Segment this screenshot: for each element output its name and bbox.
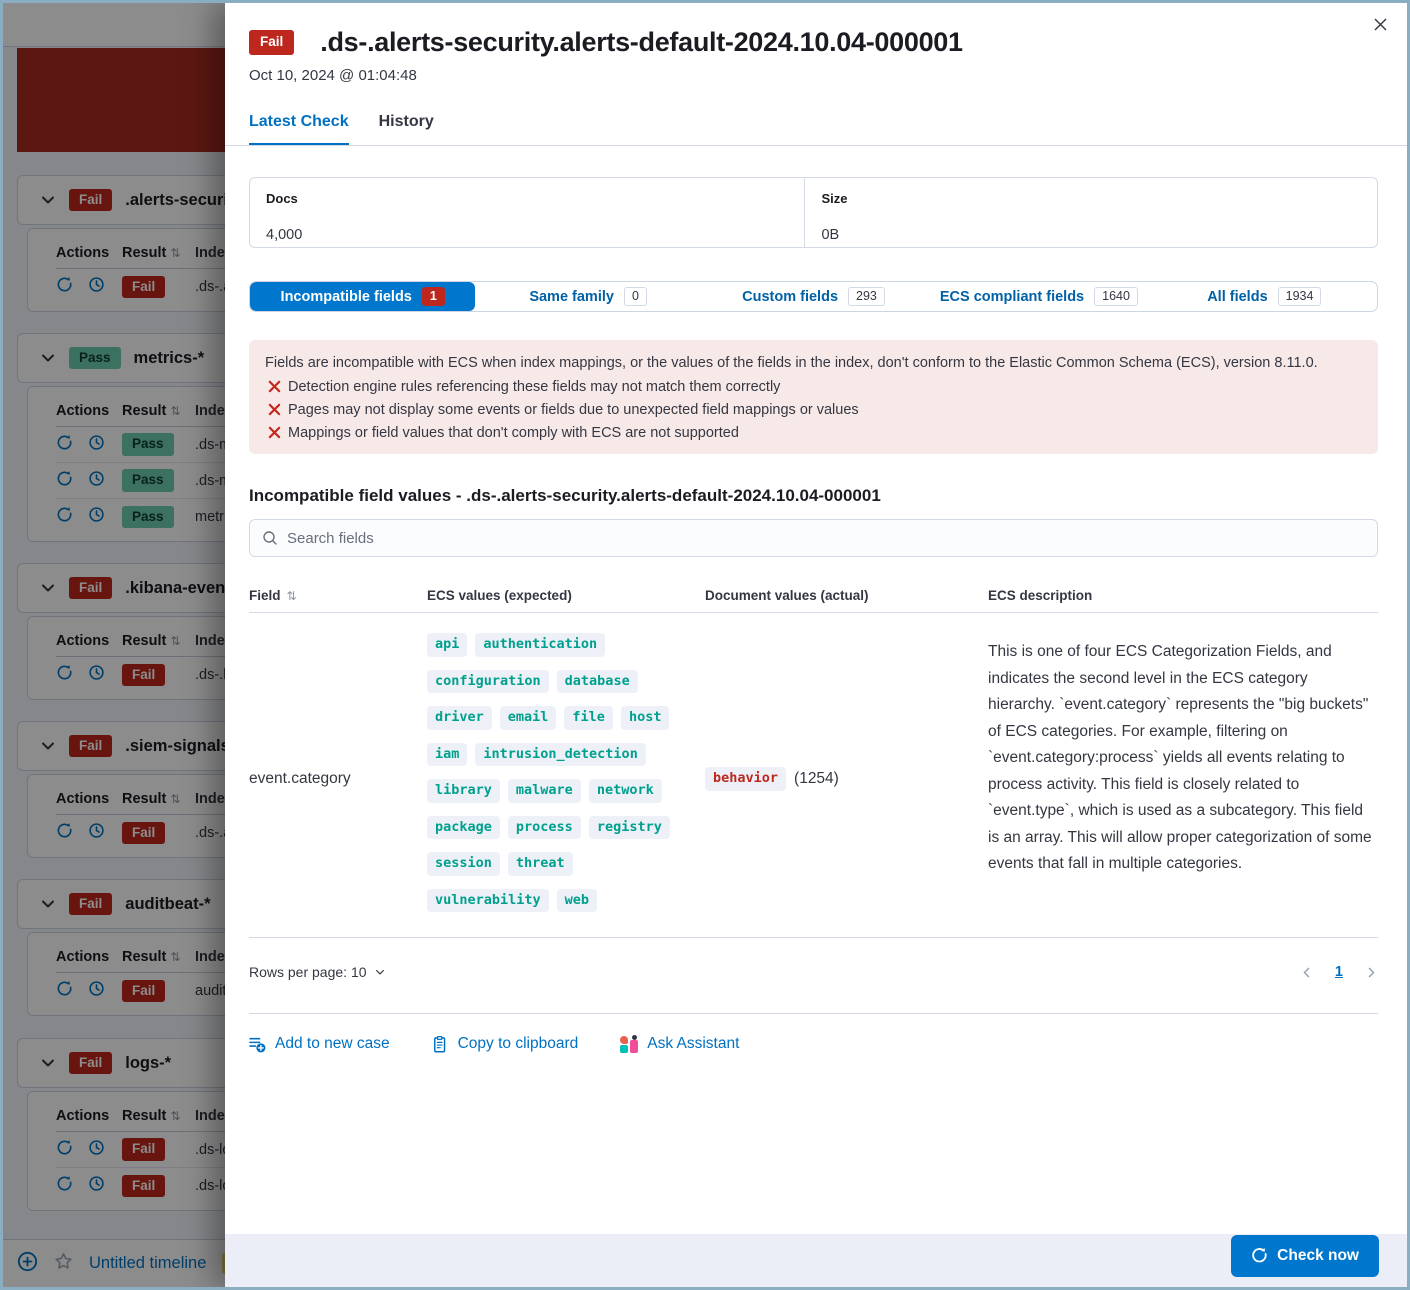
app-window: Fail .alerts-securi Actions Result⇅ Inde… [3, 3, 1407, 1287]
ecs-value-chip: network [589, 779, 662, 803]
status-badge: Fail [249, 30, 294, 54]
col-document-values: Document values (actual) [705, 588, 988, 603]
stat-size: Size 0B [804, 178, 1377, 247]
ecs-value-chip: api [427, 633, 467, 657]
pagination-controls: 1 [1300, 964, 1378, 980]
search-input[interactable] [287, 530, 1365, 547]
stat-docs: Docs 4,000 [250, 178, 804, 247]
check-timestamp: Oct 10, 2024 @ 01:04:48 [249, 67, 1379, 84]
ecs-value-chip: vulnerability [427, 889, 549, 913]
error-x-icon [268, 380, 281, 393]
size-value: 0B [821, 227, 1377, 243]
divider [249, 1013, 1378, 1014]
col-ecs-values: ECS values (expected) [427, 588, 705, 603]
flyout-content: Docs 4,000 Size 0B Incompatible fields1 … [225, 177, 1407, 1053]
ecs-value-chip: database [557, 670, 638, 694]
assistant-icon [620, 1035, 638, 1053]
ecs-value-chip: package [427, 816, 500, 840]
ecs-value-chip: registry [589, 816, 670, 840]
page-number[interactable]: 1 [1335, 964, 1343, 980]
ecs-value-chip: file [564, 706, 613, 730]
previous-page-icon[interactable] [1300, 966, 1313, 979]
flyout-tabs: Latest Check History [225, 113, 1407, 146]
error-x-icon [268, 426, 281, 439]
tab-same-family[interactable]: Same family0 [475, 282, 700, 311]
sort-icon: ⇅ [287, 589, 297, 603]
tab-history[interactable]: History [379, 113, 434, 145]
add-to-new-case-button[interactable]: Add to new case [249, 1035, 390, 1053]
count-badge: 1640 [1094, 287, 1138, 307]
count-badge: 0 [624, 287, 647, 307]
flyout-header: Fail .ds-.alerts-security.alerts-default… [225, 3, 1407, 84]
chevron-down-icon [374, 966, 386, 978]
ecs-value-chip: email [500, 706, 557, 730]
count-badge: 1 [422, 287, 445, 307]
incompatible-values-title: Incompatible field values - .ds-.alerts-… [249, 486, 1378, 506]
ecs-value-chip: web [557, 889, 597, 913]
callout-item: Mappings or field values that don't comp… [265, 424, 1362, 442]
ecs-value-chip: driver [427, 706, 492, 730]
ecs-value-chip: threat [508, 852, 573, 876]
data-quality-flyout: Fail .ds-.alerts-security.alerts-default… [225, 3, 1407, 1287]
ecs-value-chip: authentication [475, 633, 605, 657]
count-badge: 293 [848, 287, 885, 307]
callout-item: Detection engine rules referencing these… [265, 378, 1362, 396]
ecs-description-text: This is one of four ECS Categorization F… [988, 633, 1378, 925]
callout-intro: Fields are incompatible with ECS when in… [265, 353, 1362, 373]
document-actual-values: behavior (1254) [705, 767, 988, 791]
docs-value: 4,000 [266, 227, 804, 243]
ecs-expected-values: api authentication configuration database dr… [427, 633, 705, 925]
search-fields-box [249, 519, 1378, 557]
doc-value-count: (1254) [794, 770, 839, 788]
ecs-value-chip: malware [508, 779, 581, 803]
incompatible-warning-callout: Fields are incompatible with ECS when in… [249, 340, 1378, 454]
callout-item: Pages may not display some events or fie… [265, 401, 1362, 419]
copy-to-clipboard-button[interactable]: Copy to clipboard [432, 1035, 579, 1053]
ecs-value-chip: intrusion_detection [475, 743, 645, 767]
ecs-value-chip: configuration [427, 670, 549, 694]
next-page-icon[interactable] [1365, 966, 1378, 979]
footer-actions: Add to new case Copy to clipboard Ask As… [249, 1035, 1378, 1053]
ecs-value-chip: session [427, 852, 500, 876]
clipboard-icon [432, 1036, 449, 1053]
page-title: .ds-.alerts-security.alerts-default-2024… [320, 27, 962, 58]
rows-per-page-select[interactable]: Rows per page: 10 [249, 964, 386, 980]
add-to-case-icon [249, 1036, 266, 1053]
tab-custom-fields[interactable]: Custom fields293 [701, 282, 926, 311]
flyout-footer: Check now [225, 1234, 1407, 1287]
index-stats-panel: Docs 4,000 Size 0B [249, 177, 1378, 248]
ecs-value-chip: library [427, 779, 500, 803]
fields-table-header: Field⇅ ECS values (expected) Document va… [249, 588, 1378, 613]
field-name: event.category [249, 770, 427, 788]
ecs-value-chip: iam [427, 743, 467, 767]
col-ecs-description: ECS description [988, 588, 1378, 603]
ecs-value-chip: host [621, 706, 670, 730]
tab-all-fields[interactable]: All fields1934 [1152, 282, 1377, 311]
tab-latest-check[interactable]: Latest Check [249, 113, 349, 145]
tab-ecs-compliant-fields[interactable]: ECS compliant fields1640 [926, 282, 1151, 311]
tab-incompatible-fields[interactable]: Incompatible fields1 [250, 282, 475, 311]
doc-value-chip: behavior [705, 767, 786, 791]
ask-assistant-button[interactable]: Ask Assistant [620, 1035, 739, 1053]
col-field[interactable]: Field⇅ [249, 588, 427, 603]
search-icon [262, 530, 278, 546]
check-now-button[interactable]: Check now [1231, 1235, 1379, 1277]
pagination-row: Rows per page: 10 1 [249, 957, 1378, 987]
field-category-button-group: Incompatible fields1 Same family0 Custom… [249, 281, 1378, 312]
error-x-icon [268, 403, 281, 416]
refresh-icon [1251, 1247, 1268, 1264]
ecs-value-chip: process [508, 816, 581, 840]
field-row-event-category: event.category api authentication configur… [249, 613, 1378, 938]
count-badge: 1934 [1278, 287, 1322, 307]
close-icon[interactable] [1367, 11, 1393, 37]
